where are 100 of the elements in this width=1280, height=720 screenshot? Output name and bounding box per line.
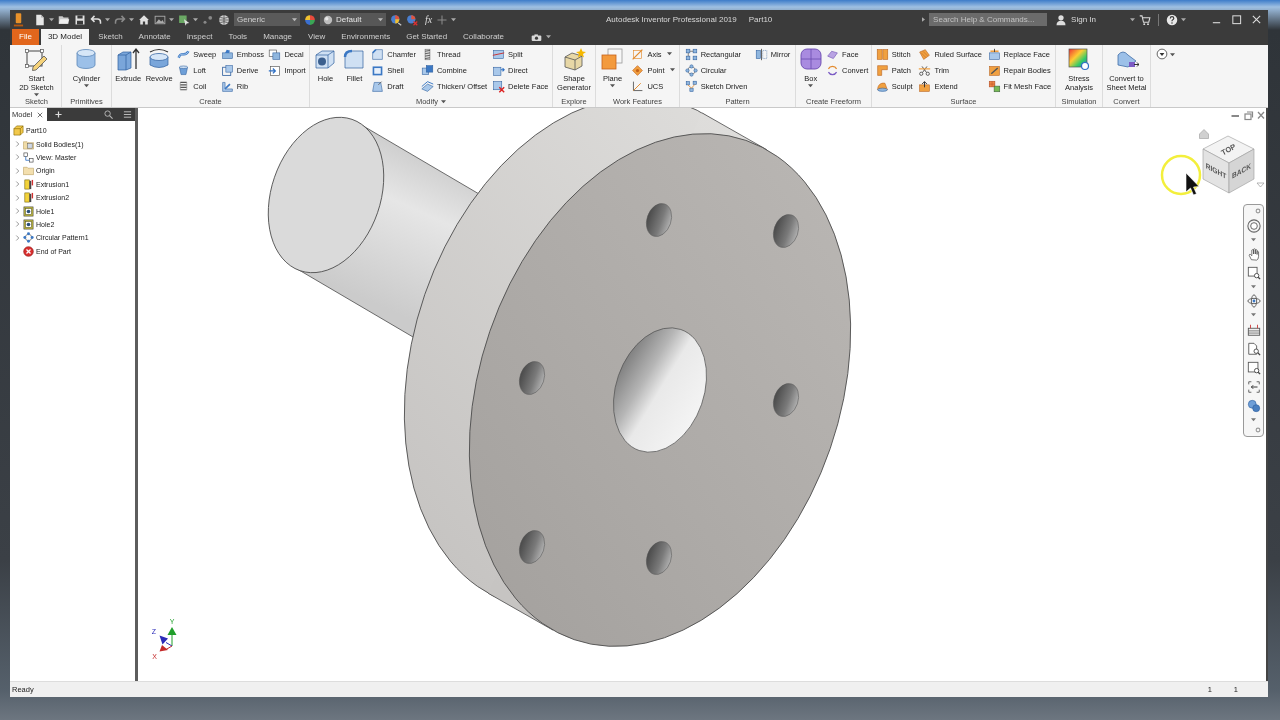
ribbon-tab[interactable]: Sketch — [91, 29, 130, 45]
caret-icon[interactable] — [666, 52, 672, 56]
caret-icon[interactable] — [609, 84, 615, 88]
l-shape-icon — [220, 79, 234, 93]
color-sphere-x-icon[interactable] — [406, 13, 418, 26]
window-title: Autodesk Inventor Professional 2019 — [606, 15, 737, 24]
ribbon-tab[interactable]: Environments — [334, 29, 398, 45]
help-icon[interactable] — [1166, 13, 1178, 26]
circular-pattern-icon — [684, 63, 698, 77]
steering-wheel-icon[interactable] — [1246, 219, 1261, 234]
ring-icon[interactable] — [1255, 426, 1261, 433]
camera-icon[interactable] — [531, 32, 542, 42]
block-icon — [23, 178, 34, 190]
slashed-square-icon — [987, 63, 1001, 77]
open-folder-icon[interactable] — [58, 13, 70, 26]
search-field[interactable]: Search Help & Commands... — [929, 13, 1048, 26]
caret-icon[interactable] — [292, 17, 297, 22]
caret-icon[interactable] — [34, 93, 39, 97]
zoom-icon[interactable] — [1246, 360, 1261, 375]
rounded-block-icon — [342, 47, 367, 71]
caret-icon[interactable] — [1251, 285, 1256, 290]
box-top-bar-icon — [987, 47, 1001, 61]
folder-block-icon — [23, 138, 34, 150]
expand-arrow-icon[interactable] — [922, 17, 926, 22]
slate-icon[interactable] — [1246, 322, 1261, 337]
circles-icon[interactable] — [1246, 398, 1261, 413]
revolved-disc-icon — [147, 47, 172, 71]
ribbon-tab[interactable]: Tools — [221, 29, 255, 45]
caret-icon[interactable] — [129, 17, 134, 22]
merged-boxes-icon — [420, 63, 434, 77]
app-logo-icon[interactable] — [13, 12, 24, 27]
caret-icon[interactable] — [49, 17, 54, 22]
color-wheel-icon[interactable] — [304, 13, 316, 26]
image-icon[interactable] — [154, 13, 166, 26]
caret-icon[interactable] — [1181, 17, 1186, 22]
caret-icon[interactable] — [1170, 53, 1175, 57]
ribbon-tab[interactable]: View — [301, 29, 333, 45]
pan-hand-icon[interactable] — [1246, 247, 1261, 262]
caret-icon[interactable] — [1251, 313, 1256, 318]
globe-icon[interactable] — [218, 13, 230, 26]
orbit-icon[interactable] — [1246, 294, 1261, 309]
save-icon[interactable] — [74, 13, 86, 26]
point-diamond-icon — [631, 63, 645, 77]
caret-icon[interactable] — [1251, 238, 1256, 243]
scattered-pattern-icon — [684, 79, 698, 93]
menu-icon[interactable] — [123, 110, 132, 119]
maximize-icon[interactable] — [1231, 14, 1242, 25]
search-icon[interactable] — [104, 110, 113, 119]
caret-icon[interactable] — [669, 68, 675, 72]
undo-icon[interactable] — [90, 13, 102, 26]
zoom-window-icon[interactable] — [1246, 266, 1261, 281]
sign-in-link[interactable]: Sign In — [1071, 15, 1096, 24]
shopping-cart-icon[interactable] — [1139, 13, 1151, 26]
ribbon-tab[interactable]: Get Started — [399, 29, 455, 45]
diagonal-square-icon — [631, 47, 645, 61]
ribbon-tab[interactable]: Collaborate — [456, 29, 511, 45]
rounded-grid-square-icon — [798, 47, 823, 71]
caret-icon[interactable] — [105, 17, 110, 22]
beveled-block-icon — [371, 47, 385, 61]
brackets-arrow-icon[interactable] — [1246, 379, 1261, 394]
ribbon-tab[interactable]: Manage — [256, 29, 300, 45]
minimize-icon[interactable] — [1230, 115, 1240, 117]
home-icon[interactable] — [138, 13, 150, 26]
ribbon-tab[interactable]: 3D Model — [40, 29, 90, 45]
caret-icon[interactable] — [169, 17, 174, 22]
ribbon-tab[interactable]: Inspect — [179, 29, 220, 45]
two-panels-icon — [875, 47, 889, 61]
close-icon[interactable] — [1257, 111, 1265, 120]
caret-icon[interactable] — [193, 17, 198, 22]
caret-icon[interactable] — [84, 84, 89, 88]
caret-icon[interactable] — [378, 17, 383, 22]
caret-icon[interactable] — [1130, 17, 1135, 22]
caret-icon[interactable] — [441, 99, 447, 104]
ring-icon[interactable] — [1255, 208, 1261, 214]
circular-pattern-icon — [23, 232, 34, 244]
split-box-icon — [492, 47, 506, 61]
square-cursor-icon[interactable] — [178, 13, 190, 26]
parameters-button[interactable]: fx — [425, 14, 433, 25]
color-sphere-icon[interactable] — [390, 13, 402, 26]
document-magnifier-icon[interactable] — [1246, 341, 1261, 356]
user-icon — [1055, 13, 1068, 26]
caret-icon[interactable] — [1251, 417, 1256, 422]
grid-pattern-icon — [684, 47, 698, 61]
caret-icon[interactable] — [808, 84, 814, 88]
grid-squares-icon — [987, 79, 1001, 93]
tapered-block-icon — [371, 79, 385, 93]
sphere-icon — [323, 14, 333, 25]
ribbon-tab[interactable]: Annotate — [131, 29, 178, 45]
caret-icon[interactable] — [451, 17, 457, 22]
circle-x-icon — [23, 245, 34, 257]
scissors-icon — [918, 63, 932, 77]
appearance-dropdown[interactable]: Default — [320, 13, 386, 26]
close-icon[interactable] — [37, 111, 44, 118]
material-dropdown[interactable]: Generic — [234, 13, 300, 26]
new-file-icon[interactable] — [34, 13, 46, 26]
redo-icon[interactable] — [114, 13, 126, 26]
caret-icon[interactable] — [546, 35, 551, 39]
cylinder-icon — [74, 47, 99, 71]
restore-icon[interactable] — [1244, 111, 1254, 121]
dots-icon[interactable] — [202, 13, 214, 26]
